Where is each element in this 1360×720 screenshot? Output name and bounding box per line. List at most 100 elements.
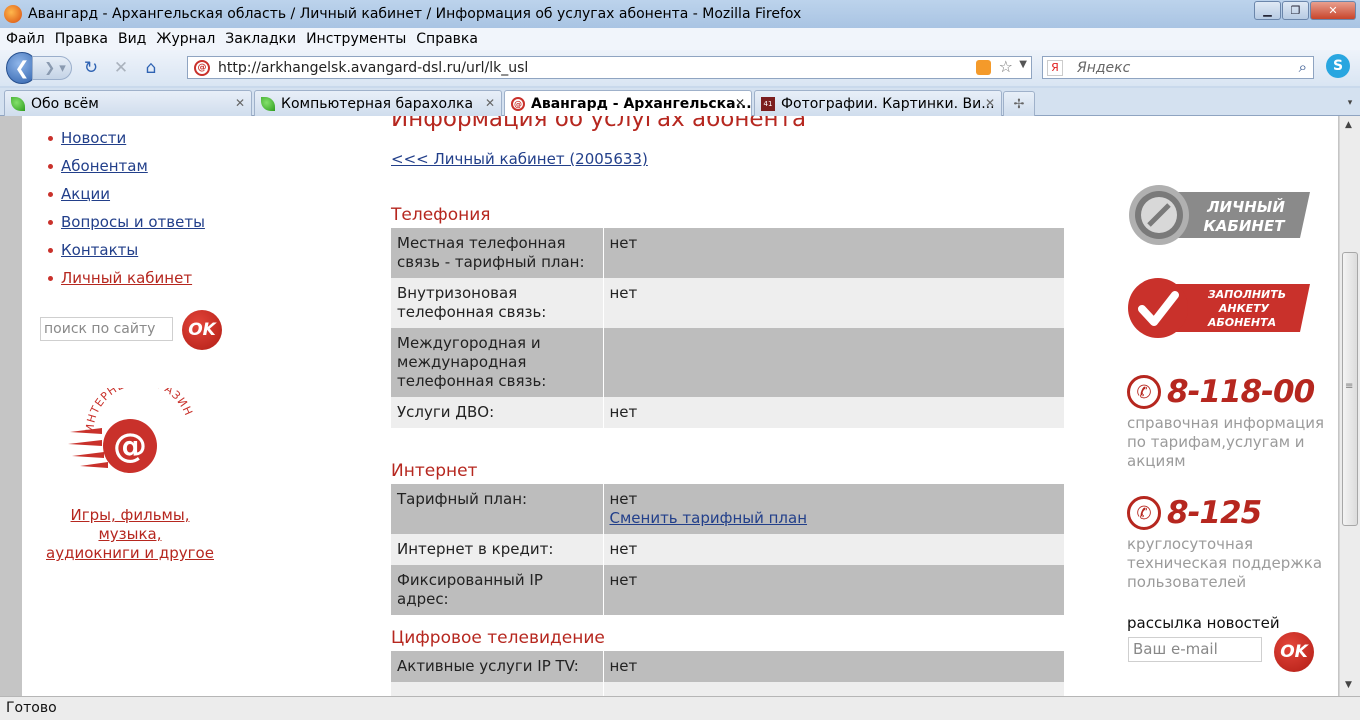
site-search-input[interactable]: поиск по сайту — [40, 317, 173, 341]
window-titlebar: Авангард - Архангельская область / Личны… — [0, 0, 1360, 28]
row-key: Внутризоновая телефонная связь: — [391, 278, 604, 328]
table-row: Тарифный план: нет Сменить тарифный план — [391, 484, 1064, 534]
tab-close-icon[interactable]: ✕ — [735, 96, 745, 110]
tab-obo-vsem[interactable]: Обо всём ✕ — [4, 90, 252, 116]
nav-link[interactable]: Абонентам — [61, 157, 148, 175]
shop-link[interactable]: Игры, фильмы, — [36, 506, 224, 525]
newsletter-email-input[interactable]: Ваш e-mail — [1128, 637, 1262, 662]
scroll-up-icon[interactable]: ▲ — [1345, 120, 1352, 130]
close-window-button[interactable]: ✕ — [1310, 1, 1356, 20]
menu-view[interactable]: Вид — [118, 31, 146, 47]
stop-button[interactable]: ✕ — [110, 57, 132, 79]
nav-item-cabinet: Личный кабинет — [48, 264, 205, 292]
menu-edit[interactable]: Правка — [55, 31, 108, 47]
tab-close-icon[interactable]: ✕ — [235, 96, 245, 110]
table-row: Интернет в кредит: нет — [391, 534, 1064, 565]
vertical-scrollbar[interactable]: ▲ ≡ ▼ — [1339, 116, 1360, 696]
maximize-button[interactable]: ❐ — [1282, 1, 1309, 20]
phone-number: 8-125 — [1167, 495, 1262, 531]
personal-cabinet-banner[interactable]: ЛИЧНЫЙ КАБИНЕТ — [1128, 184, 1310, 246]
back-arrow-icon: ❮ — [14, 57, 30, 79]
window-controls: ▁ ❐ ✕ — [1254, 1, 1356, 20]
url-text[interactable]: http://arkhangelsk.avangard-dsl.ru/url/l… — [218, 60, 528, 76]
page-content: Новости Абонентам Акции Вопросы и ответы… — [22, 116, 1338, 696]
row-value-cell: нет Сменить тарифный план — [603, 484, 1064, 534]
tab-baraholka[interactable]: Компьютерная барахолка ✕ — [254, 90, 502, 116]
nav-link[interactable]: Вопросы и ответы — [61, 213, 205, 231]
lk-banner-line1: ЛИЧНЫЙ — [1206, 197, 1285, 216]
tab-bar: Обо всём ✕ Компьютерная барахолка ✕ @ Ав… — [0, 88, 1360, 117]
new-tab-button[interactable]: ✢ — [1003, 91, 1035, 116]
search-box[interactable]: Я Яндекс ⌕ — [1042, 56, 1314, 79]
bookmark-star-icon[interactable]: ☆ — [999, 57, 1013, 76]
section-digital-tv: Цифровое телевидение Активные услуги IP … — [391, 625, 1064, 696]
svg-text:@: @ — [113, 426, 147, 466]
home-button[interactable]: ⌂ — [140, 57, 162, 79]
stop-icon: ✕ — [113, 58, 129, 78]
tab-close-icon[interactable]: ✕ — [485, 96, 495, 110]
tab-label: Обо всём — [31, 95, 99, 112]
nav-item-subscribers: Абонентам — [48, 152, 205, 180]
tab-close-icon[interactable]: ✕ — [985, 96, 995, 110]
internet-shop-logo[interactable]: @ ИНТЕРНЕТ-МАГАЗИН — [66, 388, 206, 488]
back-to-cabinet-link[interactable]: <<< Личный кабинет (2005633) — [391, 150, 648, 168]
nav-link[interactable]: Акции — [61, 185, 110, 203]
phone-icon: ✆ — [1127, 375, 1161, 409]
url-dropdown-icon[interactable]: ▼ — [1019, 59, 1027, 70]
menu-history[interactable]: Журнал — [156, 31, 215, 47]
newsletter-ok-button[interactable]: OK — [1274, 632, 1314, 672]
phone-row: ✆ 8-125 — [1127, 493, 1342, 533]
search-icon[interactable]: ⌕ — [1299, 58, 1307, 76]
bullet-icon — [48, 275, 53, 281]
menu-bookmarks[interactable]: Закладки — [225, 31, 296, 47]
change-tariff-link[interactable]: Сменить тарифный план — [610, 509, 808, 527]
row-value: нет — [603, 278, 1064, 328]
skype-icon[interactable]: S — [1326, 54, 1350, 78]
photo-favicon-icon: 41 — [761, 96, 775, 111]
section-title: Интернет — [391, 461, 478, 481]
page-viewport: Новости Абонентам Акции Вопросы и ответы… — [0, 116, 1360, 696]
menu-file[interactable]: Файл — [6, 31, 45, 47]
fill-form-banner[interactable]: ЗАПОЛНИТЬ АНКЕТУ АБОНЕНТА — [1128, 278, 1310, 338]
bullet-icon — [48, 219, 53, 225]
site-nav: Новости Абонентам Акции Вопросы и ответы… — [48, 124, 205, 292]
table-row: Услуги ДВО: нет — [391, 397, 1064, 428]
rss-feed-icon[interactable] — [976, 60, 991, 75]
address-bar[interactable]: @ http://arkhangelsk.avangard-dsl.ru/url… — [187, 56, 1032, 79]
menu-help[interactable]: Справка — [416, 31, 478, 47]
tab-label: Авангард - Архангельска... — [531, 96, 752, 112]
forward-button[interactable]: ❯ ▾ — [32, 56, 72, 80]
bullet-icon — [48, 247, 53, 253]
tab-photos[interactable]: 41 Фотографии. Картинки. Ви... ✕ — [754, 90, 1002, 116]
row-value: нет — [603, 534, 1064, 565]
tab-list-button[interactable]: ▾ — [1342, 92, 1358, 114]
window-title: Авангард - Архангельская область / Личны… — [28, 6, 802, 22]
leaf-favicon-icon — [261, 96, 275, 111]
row-value — [603, 682, 1064, 696]
home-icon: ⌂ — [145, 58, 157, 78]
shop-link[interactable]: музыка, — [36, 525, 224, 544]
row-key: Местная телефонная связь - тарифный план… — [391, 228, 604, 278]
reload-icon: ↻ — [83, 58, 99, 78]
row-value: нет — [603, 397, 1064, 428]
phone-info-block: ✆ 8-118-00 справочная информация по тари… — [1127, 372, 1342, 471]
reload-button[interactable]: ↻ — [80, 57, 102, 79]
row-key: Фиксированный IP адрес: — [391, 565, 604, 615]
nav-link[interactable]: Новости — [61, 129, 126, 147]
minimize-button[interactable]: ▁ — [1254, 1, 1281, 20]
shop-link[interactable]: аудиокниги и другое — [36, 544, 224, 563]
search-placeholder[interactable]: Яндекс — [1077, 60, 1130, 76]
row-value: нет — [603, 651, 1064, 682]
nav-item-faq: Вопросы и ответы — [48, 208, 205, 236]
menu-tools[interactable]: Инструменты — [306, 31, 406, 47]
status-bar: Готово — [0, 696, 1360, 720]
nav-link[interactable]: Контакты — [61, 241, 138, 259]
table-row: Местная телефонная связь - тарифный план… — [391, 228, 1064, 278]
section-telephony: Телефония Местная телефонная связь - тар… — [391, 202, 1064, 428]
table-row: Активные услуги IP TV: нет — [391, 651, 1064, 682]
yandex-engine-icon[interactable]: Я — [1047, 59, 1063, 76]
search-ok-button[interactable]: OK — [182, 310, 222, 350]
tab-avangard[interactable]: @ Авангард - Архангельска... ✕ — [504, 90, 752, 117]
scroll-down-icon[interactable]: ▼ — [1345, 680, 1352, 690]
nav-link[interactable]: Личный кабинет — [61, 269, 192, 287]
